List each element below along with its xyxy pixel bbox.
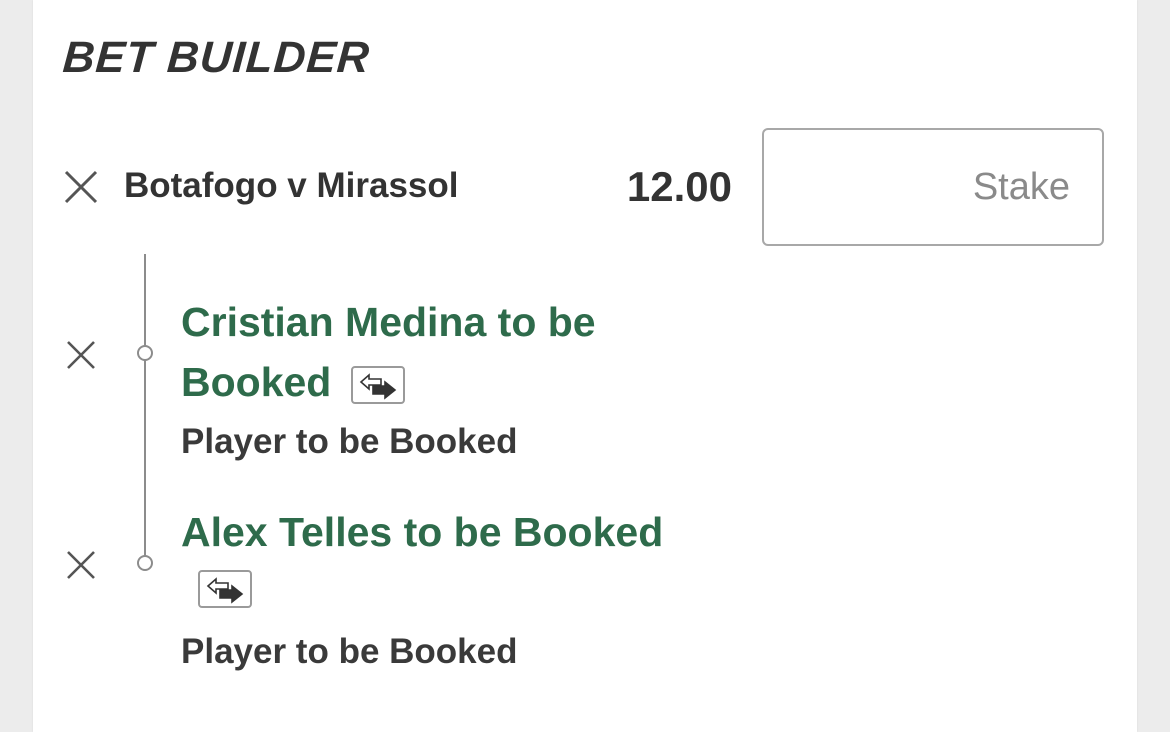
selection-title: Alex Telles to be Booked <box>181 502 781 562</box>
legs-connector-line <box>144 254 146 564</box>
section-title: BET BUILDER <box>61 33 372 82</box>
swap-icon[interactable] <box>350 366 405 405</box>
selection-market: Player to be Booked <box>181 422 518 461</box>
close-icon <box>66 340 96 370</box>
remove-event-button[interactable] <box>61 167 101 207</box>
selection-title: Cristian Medina to be Booked <box>181 292 701 412</box>
circle-node-icon <box>137 345 153 361</box>
selection-swap-wrap <box>198 570 252 608</box>
selection-name: Alex Telles to be Booked <box>181 509 664 555</box>
close-icon <box>66 550 96 580</box>
event-name: Botafogo v Mirassol <box>124 166 459 205</box>
swap-icon[interactable] <box>198 570 252 608</box>
bet-builder-card: BET BUILDER Botafogo v Mirassol 12.00 Cr… <box>33 0 1137 732</box>
remove-selection-button[interactable] <box>61 335 101 375</box>
remove-selection-button[interactable] <box>61 545 101 585</box>
close-icon <box>64 170 98 204</box>
circle-node-icon <box>137 555 153 571</box>
stake-input[interactable] <box>762 128 1104 246</box>
event-odds: 12.00 <box>626 163 732 210</box>
selection-market: Player to be Booked <box>181 632 518 671</box>
